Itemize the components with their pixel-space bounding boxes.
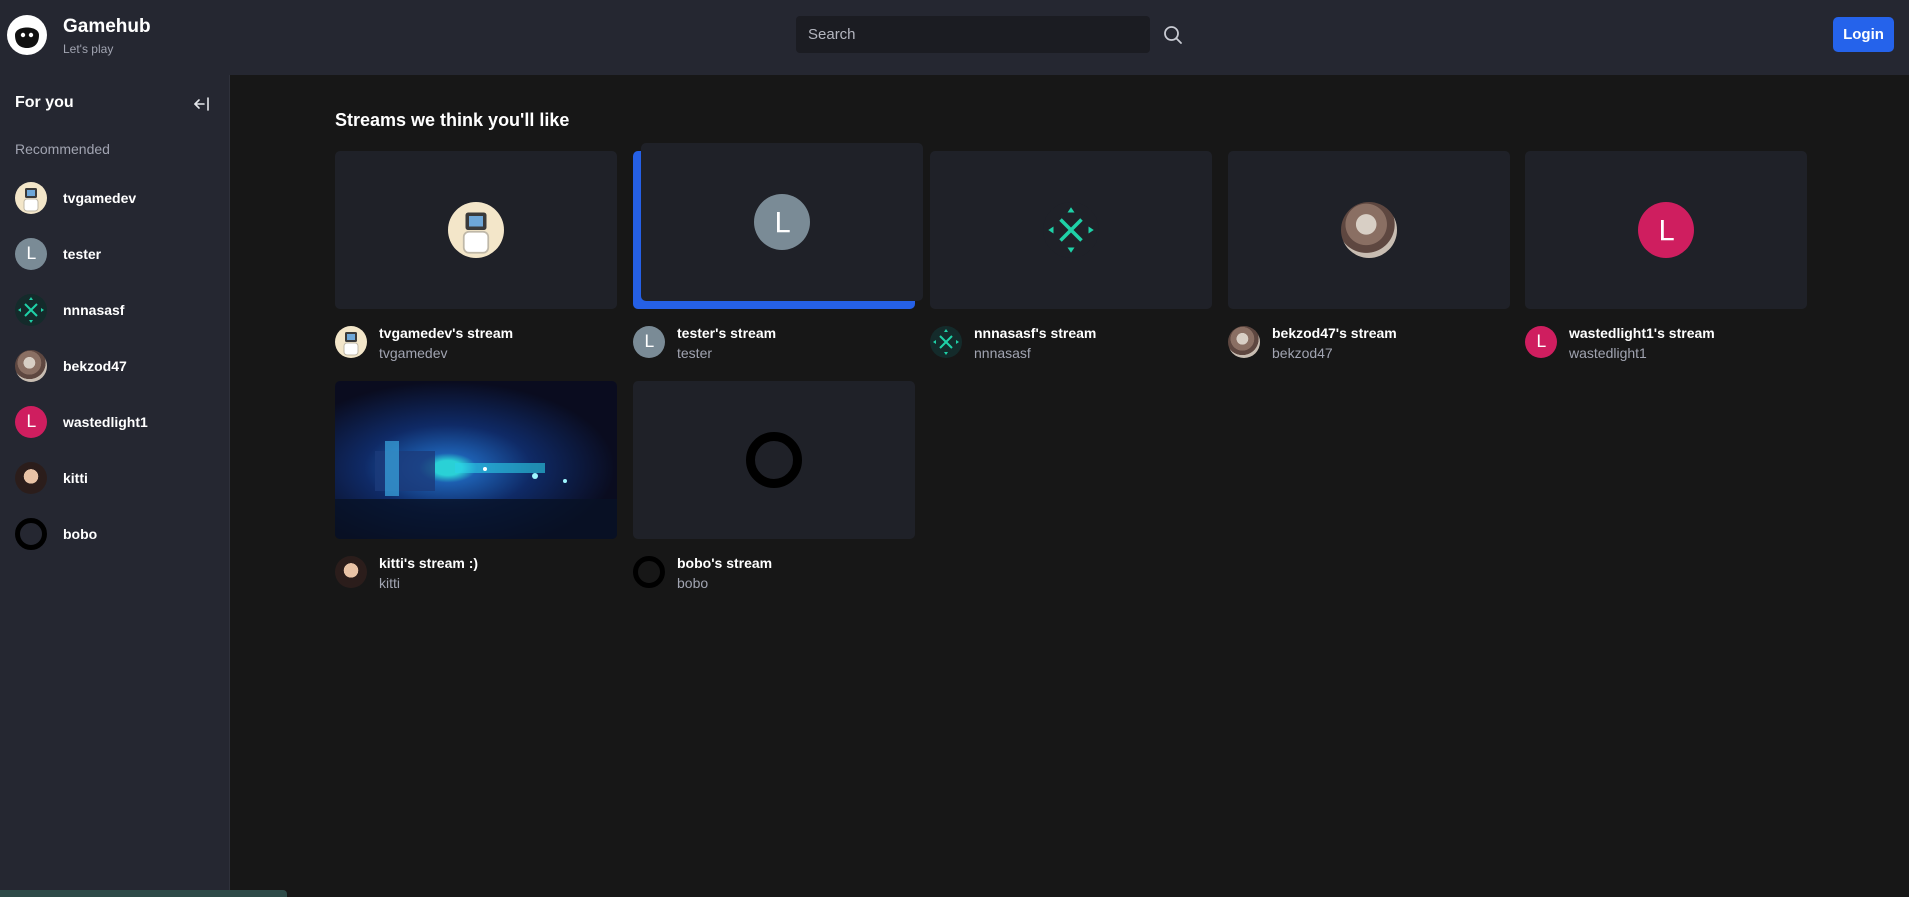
tv-avatar	[448, 202, 504, 258]
cowboy-avatar	[1341, 202, 1397, 258]
stream-thumbnail[interactable]	[335, 151, 617, 309]
stream-thumbnail[interactable]: L	[1525, 151, 1807, 309]
loading-progress-bar	[0, 890, 287, 897]
sidebar-item-tvgamedev[interactable]: tvgamedev	[0, 175, 229, 221]
stream-thumbnail[interactable]: L	[641, 143, 923, 301]
sidebar-item-kitti[interactable]: kitti	[0, 455, 229, 501]
stream-thumbnail[interactable]	[633, 381, 915, 539]
letter-avatar: L	[754, 194, 810, 250]
stream-title: kitti's stream :)	[379, 555, 479, 571]
tv-avatar	[335, 326, 367, 358]
letter-avatar: L	[15, 406, 47, 438]
city-night-image	[335, 441, 617, 539]
stream-info: bekzod47's stream bekzod47	[1228, 325, 1510, 365]
sidebar-item-label: bobo	[63, 526, 98, 542]
letter-avatar: L	[15, 238, 47, 270]
knives-avatar	[930, 326, 962, 358]
sidebar-item-label: nnnasasf	[63, 302, 125, 318]
cowboy-avatar	[15, 350, 47, 382]
sidebar-item-label: bekzod47	[63, 358, 127, 374]
sidebar-item-bekzod47[interactable]: bekzod47	[0, 343, 229, 389]
stream-thumbnail[interactable]	[335, 381, 617, 539]
login-button[interactable]: Login	[1833, 17, 1894, 52]
gamehub-logo-icon[interactable]	[7, 15, 47, 55]
stream-info: tvgamedev's stream tvgamedev	[335, 325, 617, 365]
stream-thumbnail[interactable]	[930, 151, 1212, 309]
letter-avatar: L	[1525, 326, 1557, 358]
woman-avatar	[15, 462, 47, 494]
sidebar-item-label: tvgamedev	[63, 190, 137, 206]
stream-username: tester	[677, 345, 713, 361]
sidebar-item-wastedlight1[interactable]: L wastedlight1	[0, 399, 229, 445]
stream-thumbnail[interactable]	[1228, 151, 1510, 309]
sidebar-item-nnnasasf[interactable]: nnnasasf	[0, 287, 229, 333]
sidebar-item-label: kitti	[63, 470, 88, 486]
stream-username: bekzod47	[1272, 345, 1333, 361]
sidebar-heading: For you	[15, 94, 74, 111]
stream-username: wastedlight1	[1569, 345, 1647, 361]
stream-title: tester's stream	[677, 325, 777, 341]
stream-username: bobo	[677, 575, 709, 591]
sidebar-item-tester[interactable]: L tester	[0, 231, 229, 277]
stream-info: nnnasasf's stream nnnasasf	[930, 325, 1212, 365]
stream-title: tvgamedev's stream	[379, 325, 514, 341]
recommended-label: Recommended	[15, 141, 110, 157]
stream-title: nnnasasf's stream	[974, 325, 1097, 341]
stream-username: kitti	[379, 575, 400, 591]
search-button[interactable]	[1160, 22, 1186, 48]
ring-avatar	[746, 432, 802, 488]
woman-avatar	[335, 556, 367, 588]
ring-avatar	[15, 518, 47, 550]
sidebar-item-label: wastedlight1	[63, 414, 148, 430]
letter-avatar: L	[633, 326, 665, 358]
letter-avatar: L	[1638, 202, 1694, 258]
knives-avatar	[15, 294, 47, 326]
search-icon	[1164, 26, 1182, 44]
stream-title: bobo's stream	[677, 555, 773, 571]
tv-avatar	[15, 182, 47, 214]
stream-title: wastedlight1's stream	[1569, 325, 1715, 341]
stream-title: bekzod47's stream	[1272, 325, 1397, 341]
sidebar-item-bobo[interactable]: bobo	[0, 511, 229, 557]
ring-avatar	[633, 556, 665, 588]
stream-info: kitti's stream :) kitti	[335, 555, 617, 595]
top-navbar: Gamehub Let's play Login	[0, 0, 1909, 75]
stream-username: nnnasasf	[974, 345, 1031, 361]
stream-info: L wastedlight1's stream wastedlight1	[1525, 325, 1807, 365]
search-input[interactable]	[796, 16, 1150, 53]
stream-info: L tester's stream tester	[633, 325, 915, 365]
page-title: Streams we think you'll like	[335, 110, 570, 130]
cowboy-avatar	[1228, 326, 1260, 358]
collapse-sidebar-button[interactable]	[191, 93, 213, 115]
sidebar: For you Recommended tvgamedev L tester n…	[0, 75, 230, 897]
brand-title[interactable]: Gamehub	[63, 16, 151, 38]
stream-username: tvgamedev	[379, 345, 448, 361]
collapse-arrow-icon	[194, 97, 209, 111]
brand-subtitle: Let's play	[63, 42, 114, 56]
knives-avatar	[1043, 202, 1099, 258]
stream-info: bobo's stream bobo	[633, 555, 915, 595]
sidebar-item-label: tester	[63, 246, 102, 262]
